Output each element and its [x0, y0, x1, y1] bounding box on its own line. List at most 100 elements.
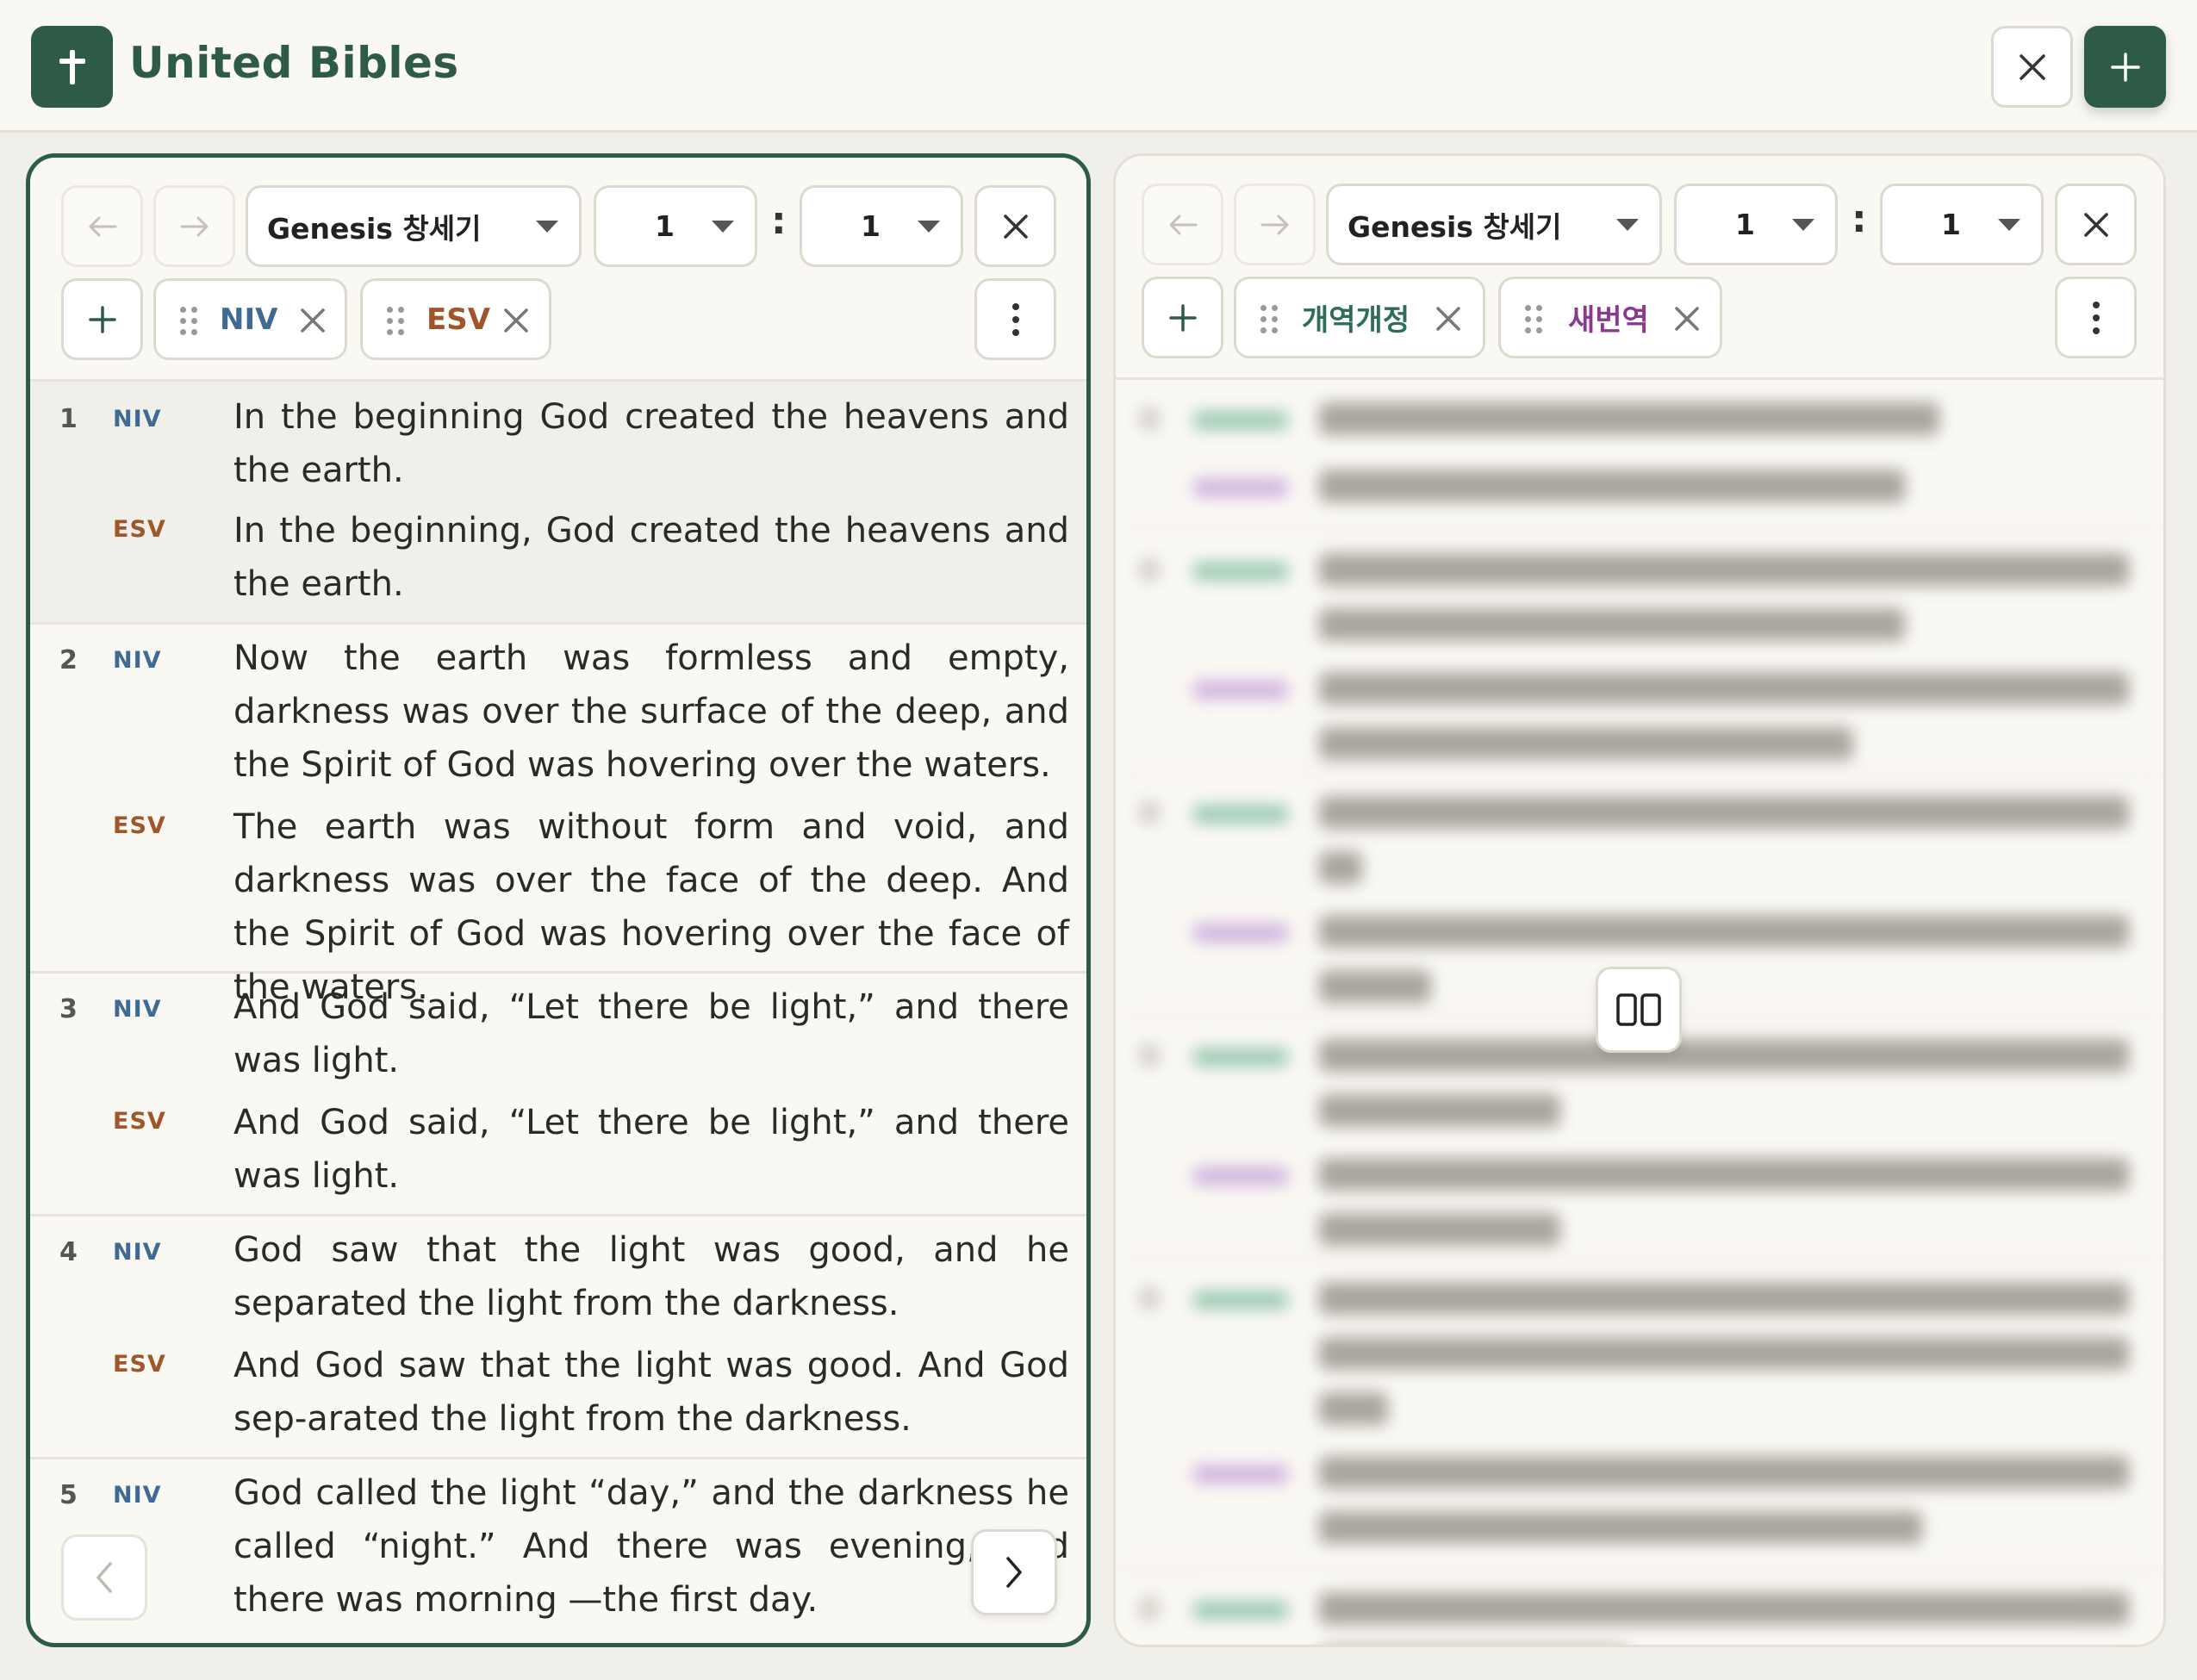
chapter-select[interactable]: 1 — [1674, 184, 1838, 265]
grip-icon[interactable] — [180, 307, 199, 336]
compare-toggle-button[interactable] — [1596, 967, 1682, 1053]
translation-chip-krv[interactable]: 개역개정 — [1234, 277, 1485, 358]
verse-text-niv: Now the earth was formless and empty, da… — [233, 638, 1069, 785]
blurred-verse-row — [1116, 1570, 2163, 1645]
translation-chip-label: 개역개정 — [1302, 303, 1410, 338]
chapter-select-value: 1 — [655, 209, 675, 243]
verse-row[interactable]: 1 NIV In the beginning God created the h… — [30, 382, 1086, 625]
verse-tag-niv: NIV — [113, 647, 162, 674]
caret-down-icon — [1616, 219, 1639, 231]
remove-translation-icon[interactable] — [1673, 305, 1701, 333]
verse-text-esv: In the beginning, God created the heaven… — [233, 511, 1069, 604]
right-reading-panel: Genesis 창세기 1 : 1 개역개정 새번역 — [1113, 153, 2166, 1647]
verse-text-esv: And God saw that the light was good. And… — [233, 1346, 1069, 1439]
verse-row[interactable]: 4 NIV God saw that the light was good, a… — [30, 1216, 1086, 1459]
verse-tag-niv: NIV — [113, 406, 162, 432]
close-panel-button[interactable] — [2055, 184, 2137, 265]
verse-text-niv: In the beginning God created the heavens… — [233, 397, 1069, 490]
chevron-right-icon — [1006, 1557, 1022, 1588]
verse-tag-esv: ESV — [113, 1351, 166, 1378]
close-icon — [2019, 53, 2045, 80]
caret-down-icon — [536, 221, 558, 233]
left-panel-toolbar: Genesis 창세기 1 : 1 NIV ESV — [30, 158, 1086, 382]
chapter-verse-separator: : — [1852, 197, 1867, 241]
cross-icon — [59, 49, 85, 84]
caret-down-icon — [1792, 219, 1814, 231]
book-select-value: Genesis 창세기 — [1347, 209, 1562, 244]
chapter-select-value: 1 — [1735, 208, 1755, 241]
add-translation-button[interactable] — [61, 278, 143, 360]
verse-row[interactable]: 3 NIV And God said, “Let there be light,… — [30, 974, 1086, 1216]
chapter-verse-separator: : — [771, 199, 787, 243]
verse-text-niv: God saw that the light was good, and he … — [233, 1230, 1069, 1323]
remove-translation-icon[interactable] — [502, 307, 530, 334]
verse-select[interactable]: 1 — [800, 185, 963, 267]
panel-menu-button[interactable] — [974, 278, 1056, 360]
previous-chapter-button[interactable] — [61, 1534, 147, 1621]
close-icon — [1003, 214, 1028, 239]
verse-tag-esv: ESV — [113, 812, 166, 839]
verse-list: 1 NIV In the beginning God created the h… — [30, 382, 1086, 1643]
remove-translation-icon[interactable] — [299, 307, 327, 334]
verse-tag-esv: ESV — [113, 516, 166, 543]
add-translation-button[interactable] — [1142, 277, 1223, 358]
verse-text-niv: And God said, “Let there be light,” and … — [233, 987, 1069, 1080]
verse-text-niv: God called the light “day,” and the dark… — [233, 1473, 1069, 1620]
caret-down-icon — [1998, 219, 2020, 231]
arrow-left-icon — [1169, 215, 1197, 234]
plus-icon — [1168, 303, 1197, 332]
verse-select[interactable]: 1 — [1880, 184, 2044, 265]
compare-columns-icon — [1616, 993, 1661, 1026]
close-all-button[interactable] — [1991, 26, 2073, 108]
grip-icon[interactable] — [1525, 305, 1544, 334]
close-panel-button[interactable] — [974, 185, 1056, 267]
book-select-value: Genesis 창세기 — [267, 211, 482, 246]
translation-chip-esv[interactable]: ESV — [360, 278, 551, 360]
plus-icon — [88, 305, 116, 333]
remove-translation-icon[interactable] — [1435, 305, 1462, 333]
verse-select-value: 1 — [1941, 208, 1961, 241]
grip-icon[interactable] — [1260, 305, 1279, 334]
verse-select-value: 1 — [861, 209, 881, 243]
verse-row[interactable]: 5 NIV God called the light “day,” and th… — [30, 1459, 1086, 1643]
more-vertical-icon — [2092, 301, 2100, 334]
chapter-select[interactable]: 1 — [594, 185, 757, 267]
app-header: United Bibles — [0, 0, 2197, 133]
verse-row[interactable]: 2 NIV Now the earth was formless and emp… — [30, 625, 1086, 1007]
translation-chip-label: 새번역 — [1568, 303, 1649, 338]
verse-text-esv: And God said, “Let there be light,” and … — [233, 1103, 1069, 1196]
caret-down-icon — [918, 221, 940, 233]
caret-down-icon — [712, 221, 734, 233]
arrow-right-icon — [180, 216, 208, 236]
translation-chip-label: ESV — [426, 302, 491, 337]
translation-chip-label: NIV — [220, 302, 278, 337]
blurred-verse-row — [1116, 1017, 2163, 1260]
verse-tag-niv: NIV — [113, 1482, 162, 1509]
app-title: United Bibles — [129, 38, 459, 88]
book-select[interactable]: Genesis 창세기 — [246, 185, 582, 267]
blurred-verse-row — [1116, 1260, 2163, 1570]
book-select[interactable]: Genesis 창세기 — [1326, 184, 1662, 265]
grip-icon[interactable] — [387, 307, 406, 336]
app-logo-button[interactable] — [31, 26, 113, 108]
verse-tag-niv: NIV — [113, 1239, 162, 1266]
blurred-verse-row — [1116, 531, 2163, 774]
translation-chip-niv[interactable]: NIV — [153, 278, 347, 360]
history-back-button[interactable] — [1142, 184, 1223, 265]
right-panel-toolbar: Genesis 창세기 1 : 1 개역개정 새번역 — [1116, 156, 2163, 380]
history-forward-button[interactable] — [1234, 184, 1316, 265]
verse-tag-niv: NIV — [113, 996, 162, 1023]
history-back-button[interactable] — [61, 185, 143, 267]
left-reading-panel: Genesis 창세기 1 : 1 NIV ESV 1 NIV In the b… — [26, 153, 1091, 1647]
add-panel-button[interactable] — [2084, 26, 2166, 108]
translation-chip-rnksv[interactable]: 새번역 — [1498, 277, 1722, 358]
blurred-verse-row — [1116, 380, 2163, 531]
close-icon — [2083, 212, 2108, 237]
verse-tag-esv: ESV — [113, 1108, 166, 1135]
panel-menu-button[interactable] — [2055, 277, 2137, 358]
history-forward-button[interactable] — [153, 185, 235, 267]
next-chapter-button[interactable] — [971, 1529, 1057, 1615]
arrow-right-icon — [1260, 215, 1288, 234]
arrow-left-icon — [89, 216, 116, 236]
more-vertical-icon — [1011, 302, 1019, 336]
